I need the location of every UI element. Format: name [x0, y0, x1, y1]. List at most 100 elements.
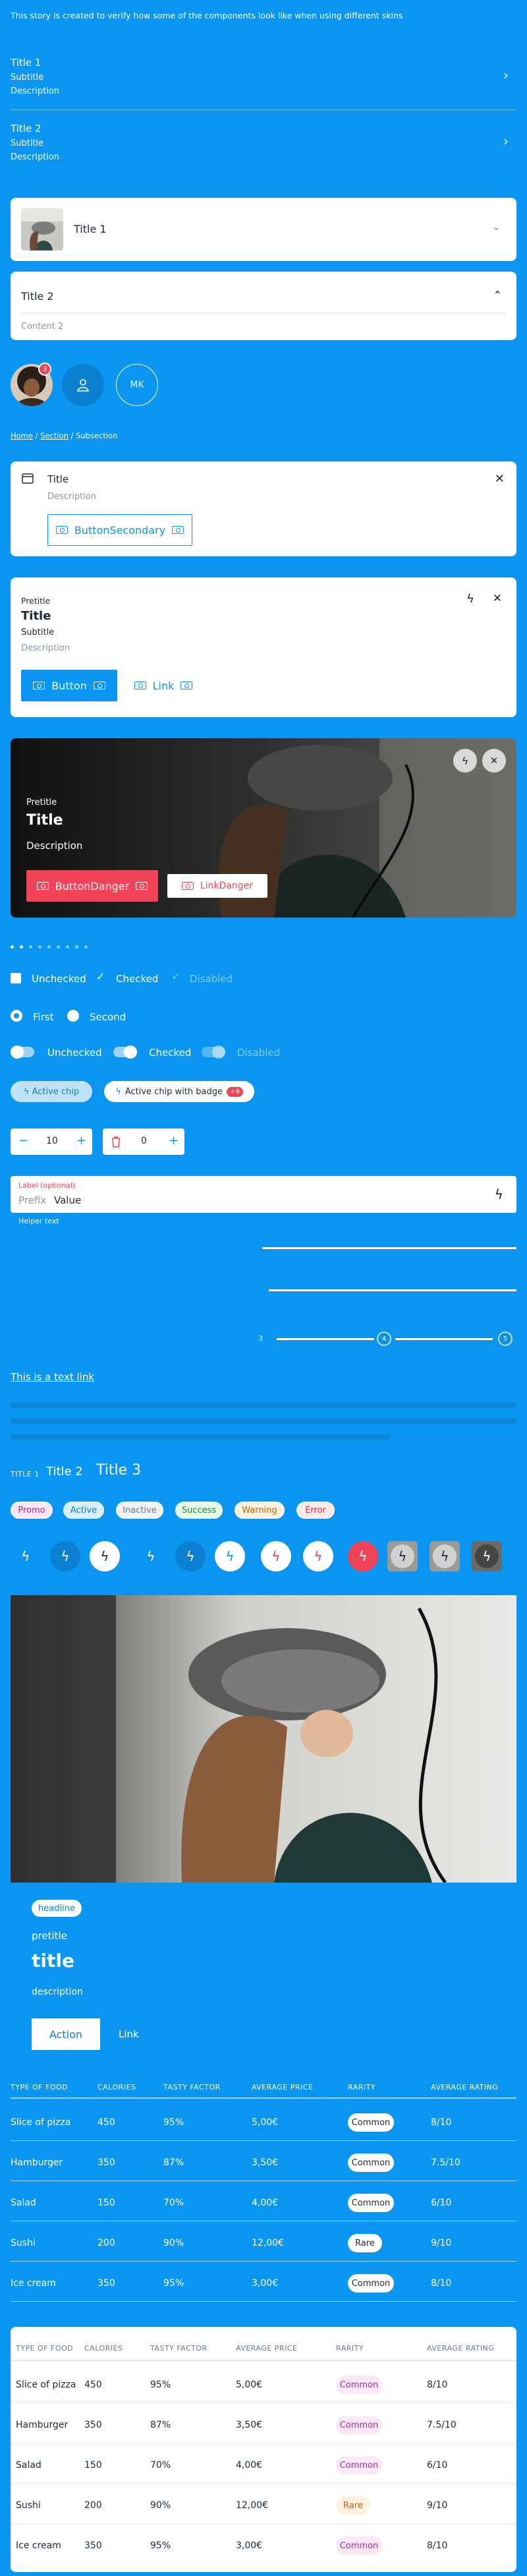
close-icon[interactable]: ✕: [482, 749, 506, 773]
lightning-icon[interactable]: ϟ: [466, 592, 474, 606]
list-row-1[interactable]: Title 1 Subtitle Description ›: [11, 44, 516, 109]
danger-link[interactable]: LinkDanger: [167, 874, 267, 898]
ticket-icon: [36, 882, 49, 890]
danger-button[interactable]: ButtonDanger: [26, 870, 158, 902]
carousel-dot[interactable]: [11, 945, 14, 949]
radio-label: Second: [90, 1011, 126, 1023]
close-icon[interactable]: ✕: [493, 592, 502, 605]
list-description: Description: [11, 152, 60, 162]
slider-track: [277, 1338, 374, 1340]
lightning-icon-button[interactable]: ϟ: [303, 1541, 333, 1571]
accordion-item-2[interactable]: Title 2 ⌃ Content 2: [11, 272, 516, 340]
lightning-icon-button[interactable]: ϟ: [11, 1541, 41, 1571]
breadcrumb: Home / Section / Subsection: [11, 431, 118, 440]
table-cell: 87%: [150, 2420, 171, 2430]
hero-title: title: [32, 1950, 74, 1972]
media-pretitle: Pretitle: [26, 798, 57, 807]
action-button[interactable]: Action: [32, 2018, 100, 2050]
lightning-icon-button[interactable]: ϟ: [261, 1541, 291, 1571]
list-description: Description: [11, 86, 60, 96]
ticket-icon: [180, 682, 193, 689]
media-title: Title: [26, 812, 63, 829]
title-1: TITLE 1: [11, 1470, 40, 1478]
slider-thumb[interactable]: 4: [377, 1332, 391, 1346]
lightning-icon[interactable]: ϟ: [453, 749, 477, 773]
slider-thumb[interactable]: 5: [498, 1332, 513, 1346]
title-3: Title 3: [96, 1462, 142, 1478]
table-cell: 7.5/10: [431, 2157, 460, 2168]
table-header: AVERAGE PRICE: [236, 2344, 298, 2353]
table-divider: [11, 2442, 516, 2444]
lightning-icon-button[interactable]: ϟ: [387, 1541, 418, 1571]
table-cell: Ice cream: [11, 2278, 56, 2289]
carousel-dot[interactable]: [20, 945, 23, 949]
chip-active[interactable]: ϟ Active chip: [11, 1081, 92, 1102]
carousel-dot[interactable]: [57, 945, 60, 949]
carousel-dot[interactable]: [66, 945, 69, 949]
callout-description: Description: [47, 492, 97, 502]
table-header: TASTY FACTOR: [163, 2083, 221, 2092]
breadcrumb-home[interactable]: Home: [11, 431, 33, 440]
rarity-tag: Rare: [336, 2496, 370, 2515]
callout-title: Title: [47, 473, 69, 485]
quantity-stepper-delete[interactable]: 0 +: [103, 1128, 184, 1155]
trash-icon[interactable]: [111, 1136, 121, 1148]
switch-checked[interactable]: [113, 1045, 137, 1059]
lightning-icon-button[interactable]: ϟ: [90, 1541, 120, 1571]
plus-icon[interactable]: +: [76, 1134, 86, 1148]
carousel-dot[interactable]: [29, 945, 32, 949]
table-cell: 200: [97, 2238, 115, 2248]
slider-min-label: 3: [258, 1334, 263, 1343]
carousel-dot[interactable]: [38, 945, 42, 949]
radio-first[interactable]: [11, 1010, 22, 1022]
card-subtitle: Subtitle: [21, 628, 55, 637]
lightning-icon-button[interactable]: ϟ: [215, 1541, 245, 1571]
radio-second[interactable]: [67, 1010, 79, 1022]
card-title: Title: [21, 609, 51, 623]
plus-icon[interactable]: +: [169, 1134, 179, 1148]
list-row-2[interactable]: Title 2 Subtitle Description ›: [11, 111, 516, 177]
lightning-icon-button[interactable]: ϟ: [136, 1541, 166, 1571]
breadcrumb-section[interactable]: Section: [40, 431, 69, 440]
table-cell: Salad: [11, 2198, 36, 2208]
quantity-stepper[interactable]: − 10 +: [11, 1128, 92, 1155]
field-value: Value: [54, 1194, 82, 1206]
minus-icon[interactable]: −: [18, 1134, 28, 1148]
lightning-icon-button[interactable]: ϟ: [175, 1541, 206, 1571]
table-cell: 3,50€: [252, 2157, 279, 2168]
table-cell: 350: [97, 2157, 115, 2168]
checkbox-unchecked[interactable]: [11, 973, 21, 983]
lightning-icon[interactable]: ϟ: [495, 1186, 503, 1202]
chip-with-badge[interactable]: ϟ Active chip with badge +9: [104, 1081, 254, 1102]
lightning-icon-button[interactable]: ϟ: [472, 1541, 502, 1571]
radio-label: First: [33, 1011, 54, 1023]
text-field[interactable]: Label (optional) Prefix Value ϟ: [11, 1176, 516, 1213]
link-button[interactable]: Link: [130, 670, 196, 701]
list-title: Title 2: [11, 123, 42, 134]
close-icon[interactable]: ✕: [495, 472, 505, 486]
hero-link[interactable]: Link: [119, 2028, 139, 2040]
lightning-icon-button[interactable]: ϟ: [348, 1541, 378, 1571]
carousel-dot[interactable]: [75, 945, 78, 949]
table-cell: 8/10: [427, 2380, 448, 2390]
ticket-icon: [55, 526, 68, 534]
lightning-icon-button[interactable]: ϟ: [50, 1541, 80, 1571]
table-cell: 95%: [163, 2117, 184, 2128]
carousel-dot[interactable]: [47, 945, 51, 949]
primary-button[interactable]: Button: [21, 670, 117, 701]
intro-text: This story is created to verify how some…: [11, 11, 403, 20]
checkbox-checked[interactable]: ✓: [96, 970, 105, 983]
carousel-dot[interactable]: [84, 945, 88, 949]
accordion-item-1[interactable]: Title 1 ⌄: [11, 198, 516, 261]
card-pretitle: Pretitle: [21, 596, 51, 606]
lightning-icon-button[interactable]: ϟ: [430, 1541, 460, 1571]
table-cell: 6/10: [427, 2460, 448, 2471]
table-cell: 450: [97, 2117, 115, 2128]
text-link[interactable]: This is a text link: [11, 1371, 94, 1383]
table-divider: [11, 2097, 516, 2099]
table-cell: 450: [84, 2380, 102, 2390]
switch-label: Disabled: [237, 1047, 281, 1059]
switch-unchecked[interactable]: [11, 1045, 34, 1059]
secondary-button[interactable]: ButtonSecondary: [47, 514, 192, 546]
divider: [21, 312, 506, 313]
